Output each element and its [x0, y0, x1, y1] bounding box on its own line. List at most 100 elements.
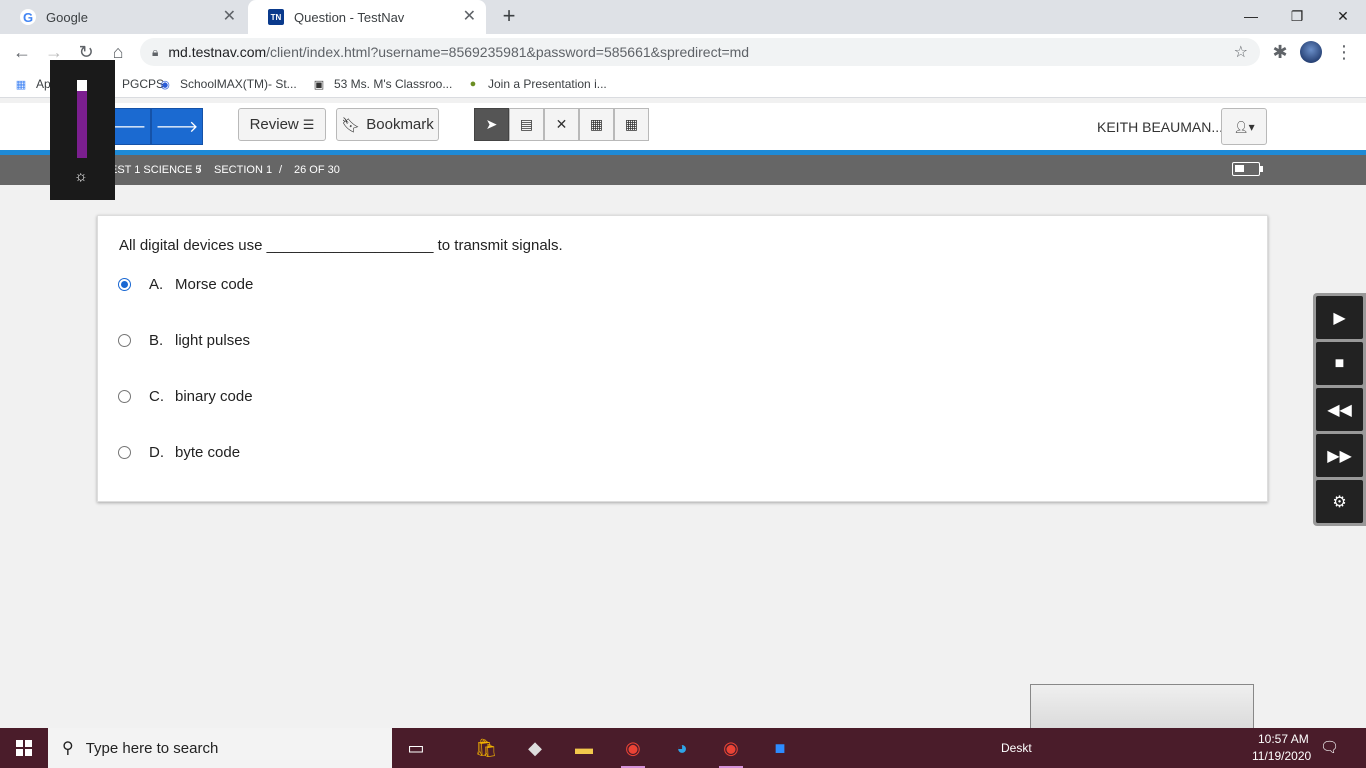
app-button[interactable]: ◆ [515, 732, 555, 764]
notification-icon[interactable]: 🗨︎ [1320, 738, 1342, 758]
option-text: binary code [175, 387, 253, 405]
lock-icon: 🔒︎ [152, 44, 159, 59]
bookmark-button[interactable]: 🔖︎ Bookmark [336, 108, 439, 141]
bookmarks-bar: ▦ Apps PGCPS ◉ SchoolMAX(TM)- St... ▣ 53… [0, 70, 1366, 98]
testnav-favicon-icon: TN [268, 9, 284, 25]
search-placeholder: Type here to search [85, 739, 219, 757]
address-bar[interactable]: 🔒︎ md.testnav.com /client/index.html?use… [140, 38, 1260, 66]
user-menu-button[interactable]: 👤︎▾ [1221, 108, 1267, 145]
chrome-icon: ◉ [723, 737, 739, 758]
scientific-calculator-button[interactable]: ▦ [614, 108, 649, 141]
brightness-overlay: ☼ [50, 60, 115, 200]
option-letter: D. [149, 443, 164, 461]
rewind-button[interactable]: ◀◀ [1316, 388, 1363, 431]
answer-option-d[interactable]: D. byte code [118, 440, 240, 464]
brightness-slider[interactable] [77, 80, 87, 158]
user-icon: 👤︎▾ [1233, 119, 1255, 134]
apps-grid-icon: ▦ [15, 78, 27, 91]
rewind-icon: ◀◀ [1327, 401, 1352, 419]
pointer-icon: ➤ [485, 116, 498, 132]
gear-icon: ⚙ [1332, 493, 1347, 511]
profile-avatar[interactable] [1300, 41, 1322, 63]
task-view-button[interactable]: ▭ [396, 732, 436, 764]
testnav-header: 🡐 🡒 Review ☰ 🔖︎ Bookmark ➤ ▤ ✕ ▦ ▦ KEITH… [0, 103, 1366, 150]
bookmark-star-icon[interactable]: ☆ [1234, 42, 1248, 62]
edge-app[interactable]: ◕ [662, 732, 702, 764]
answer-eliminator-button[interactable]: ✕ [544, 108, 579, 141]
breadcrumb-section: SECTION 1 [214, 164, 273, 176]
close-tab-icon[interactable]: ✕ [463, 9, 476, 25]
restore-window-button[interactable]: ❐ [1274, 0, 1320, 32]
scientific-calculator-icon: ▦ [624, 116, 639, 132]
taskbar-search[interactable]: ⚲ Type here to search [48, 728, 392, 768]
google-favicon-icon: G [20, 9, 36, 25]
radio-button[interactable] [118, 277, 131, 291]
bookmark-classroom[interactable]: ▣ 53 Ms. M's Classroo... [312, 76, 453, 92]
tab-google[interactable]: G Google ✕ [0, 0, 246, 34]
back-button[interactable]: ← [10, 40, 34, 64]
chrome-profile-app[interactable]: ◉ [711, 732, 751, 768]
windows-logo-icon [16, 740, 32, 756]
search-icon: ⚲ [62, 740, 74, 757]
text-to-speech-panel: ▶ ■ ◀◀ ▶▶ ⚙ [1313, 293, 1366, 526]
zoom-app[interactable]: ■ [760, 732, 800, 764]
classroom-icon: ▣ [313, 78, 325, 91]
answer-option-a[interactable]: A. Morse code [118, 272, 253, 296]
option-letter: A. [149, 275, 164, 293]
breadcrumb-test: EST 1 SCIENCE 5 [110, 164, 202, 176]
microsoft-store-app[interactable]: 🛍︎ [466, 732, 506, 764]
calculator-button[interactable]: ▦ [579, 108, 614, 141]
question-stem: All digital devices use ________________… [119, 237, 563, 254]
url-host: md.testnav.com [168, 44, 267, 60]
notepad-tool-button[interactable]: ▤ [509, 108, 544, 141]
chrome-icon: ◉ [625, 737, 641, 758]
file-explorer-app[interactable]: ▬ [564, 732, 604, 764]
new-tab-button[interactable]: + [498, 5, 520, 28]
bookmark-schoolmax[interactable]: ◉ SchoolMAX(TM)- St... [158, 76, 297, 92]
clock-time[interactable]: 10:57 AM [1258, 732, 1309, 746]
folder-icon: ▬ [575, 737, 593, 758]
store-icon: 🛍︎ [474, 737, 498, 758]
close-window-button[interactable]: ✕ [1320, 0, 1366, 32]
audio-settings-button[interactable]: ⚙ [1316, 480, 1363, 523]
globe-icon: ◉ [160, 78, 170, 91]
desktop-label[interactable]: Deskt [1001, 741, 1032, 755]
brightness-slider-thumb[interactable] [77, 80, 87, 91]
breadcrumb-separator: / [279, 164, 283, 176]
radio-button[interactable] [118, 333, 131, 347]
stem-text: to transmit signals. [437, 237, 563, 254]
stem-text: All digital devices use [119, 237, 263, 254]
clock-date[interactable]: 11/19/2020 [1252, 749, 1311, 763]
answer-option-b[interactable]: B. light pulses [118, 328, 250, 352]
chrome-menu-icon[interactable]: ⋮ [1332, 40, 1356, 64]
presentation-icon: ● [469, 78, 477, 90]
play-icon: ▶ [1333, 309, 1346, 327]
stem-blank: ____________________ [266, 237, 434, 254]
next-question-button[interactable]: 🡒 [151, 108, 203, 145]
chrome-app[interactable]: ◉ [613, 732, 653, 768]
answer-option-c[interactable]: C. binary code [118, 384, 253, 408]
browser-tab-strip: G Google ✕ TN Question - TestNav ✕ + ― ❐… [0, 0, 1366, 34]
extensions-icon[interactable]: ✱ [1268, 40, 1292, 64]
stop-button[interactable]: ■ [1316, 342, 1363, 385]
review-button[interactable]: Review ☰ [238, 108, 326, 141]
review-label: Review [249, 116, 299, 133]
task-view-icon: ▭ [407, 737, 425, 758]
minimize-window-button[interactable]: ― [1228, 0, 1274, 32]
bookmark-presentation[interactable]: ● Join a Presentation i... [466, 76, 607, 92]
bookmark-icon: 🔖︎ [341, 116, 361, 134]
radio-button[interactable] [118, 389, 131, 403]
play-button[interactable]: ▶ [1316, 296, 1363, 339]
url-path: /client/index.html?username=8569235981&p… [266, 44, 750, 60]
start-button[interactable] [0, 728, 48, 768]
calculator-icon: ▦ [589, 116, 604, 132]
close-tab-icon[interactable]: ✕ [223, 9, 236, 25]
arrow-right-icon: 🡒 [155, 119, 199, 136]
pointer-tool-button[interactable]: ➤ [474, 108, 509, 141]
option-letter: B. [149, 331, 164, 349]
tab-testnav[interactable]: TN Question - TestNav ✕ [248, 0, 486, 34]
option-text: light pulses [175, 331, 251, 349]
battery-icon [1232, 162, 1263, 176]
radio-button[interactable] [118, 445, 131, 459]
fast-forward-button[interactable]: ▶▶ [1316, 434, 1363, 477]
